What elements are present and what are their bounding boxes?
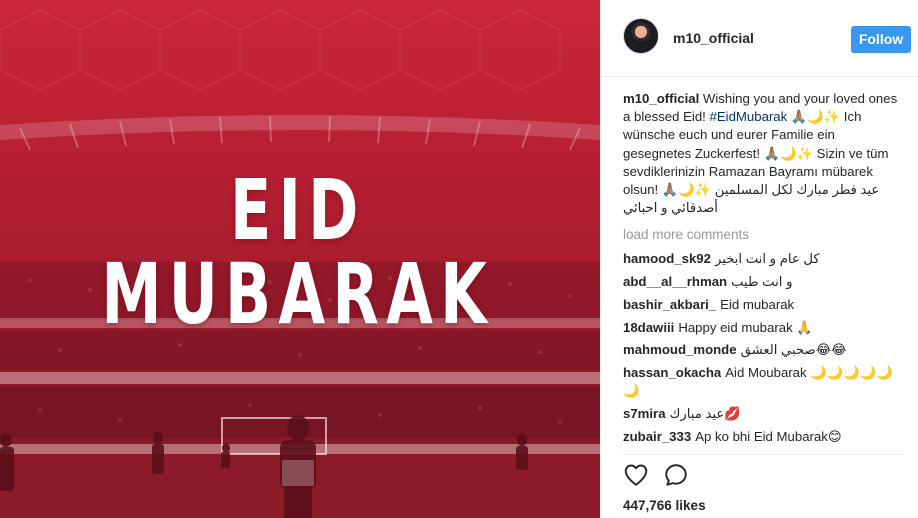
comment-text: و انت طيب (731, 274, 793, 290)
post-image[interactable]: EID MUBARAK (0, 0, 600, 518)
comment-item: hassan_okacha Aid Moubarak 🌙🌙🌙🌙🌙🌙 (623, 364, 903, 400)
avatar[interactable] (623, 18, 659, 54)
eid-mubarak-headline: EID MUBARAK (101, 161, 495, 343)
caption-text-after: 🙏🏽🌙✨ Ich wünsche euch und eurer Familie … (623, 109, 889, 216)
comment-username[interactable]: 18dawiii (623, 320, 674, 335)
comment-item: abd__al__rhman و انت طيب (623, 273, 903, 291)
comment-text: Ap ko bhi Eid Mubarak😊 (695, 428, 842, 444)
post-header: m10_official Follow (601, 0, 918, 77)
speech-bubble-icon[interactable] (663, 462, 691, 490)
caption-hashtag-link[interactable]: #EidMubarak (710, 109, 788, 124)
comment-item: bashir_akbari_ Eid mubarak (623, 296, 903, 314)
comment-text: صحبي العشق😂😂 (740, 342, 847, 358)
caption-username[interactable]: m10_official (623, 91, 699, 106)
load-more-comments-link[interactable]: load more comments (623, 227, 903, 245)
follow-button[interactable]: Follow (851, 26, 911, 53)
comment-username[interactable]: s7mira (623, 406, 666, 421)
header-username[interactable]: m10_official (673, 30, 754, 46)
comment-username[interactable]: mahmoud_monde (623, 342, 737, 357)
actions-divider (623, 454, 903, 455)
comment-item: mahmoud_monde صحبي العشق😂😂 (623, 341, 903, 359)
comment-text: Eid mubarak (720, 296, 795, 312)
comment-text: كل عام و انت ابخير (714, 251, 820, 267)
comment-username[interactable]: abd__al__rhman (623, 274, 727, 289)
comment-username[interactable]: zubair_333 (623, 429, 691, 444)
heart-outline-icon[interactable] (623, 462, 651, 490)
post-side-panel: m10_official Follow m10_official Wishing… (600, 0, 918, 518)
comment-text: عيد مبارك💋 (669, 406, 741, 421)
comment-text: Happy eid mubarak 🙏 (678, 319, 813, 335)
post-actions (623, 462, 743, 492)
comment-item: hamood_sk92 كل عام و انت ابخير (623, 250, 903, 268)
comment-username[interactable]: hassan_okacha (623, 365, 721, 380)
comments-section: m10_official Wishing you and your loved … (623, 90, 903, 456)
comment-username[interactable]: hamood_sk92 (623, 251, 711, 266)
comment-item: 18dawiii Happy eid mubarak 🙏 (623, 319, 903, 337)
comment-username[interactable]: bashir_akbari_ (623, 297, 716, 312)
caption: m10_official Wishing you and your loved … (623, 90, 903, 217)
comment-item: s7mira عيد مبارك💋 (623, 405, 903, 423)
likes-count[interactable]: 447,766 likes (623, 498, 706, 513)
comment-item: zubair_333 Ap ko bhi Eid Mubarak😊 (623, 428, 903, 446)
